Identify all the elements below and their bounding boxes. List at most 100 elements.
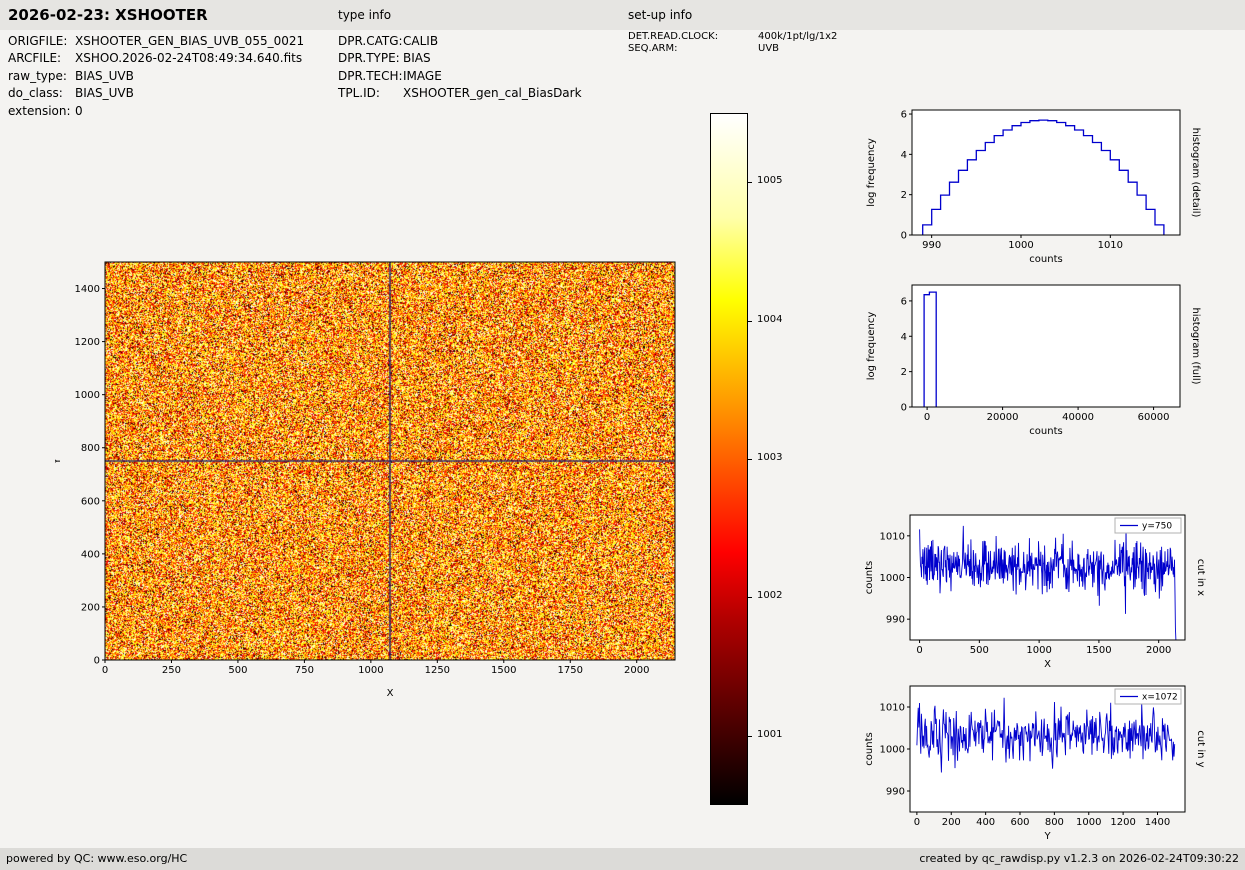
x-tick-label: 400 — [976, 817, 995, 828]
y-axis-label: counts — [864, 732, 875, 765]
plot-bg — [912, 285, 1180, 407]
meta-row: DET.READ.CLOCK:400k/1pt/lg/1x2 — [628, 31, 837, 43]
plot-frame — [105, 262, 675, 660]
meta-value: BIAS_UVB — [75, 86, 134, 100]
meta-value: 400k/1pt/lg/1x2 — [758, 31, 837, 42]
meta-row: DPR.TECH:IMAGE — [338, 68, 582, 85]
plot-bg — [910, 686, 1185, 812]
x-axis-label: X — [1044, 659, 1051, 670]
meta-row: TPL.ID:XSHOOTER_gen_cal_BiasDark — [338, 85, 582, 102]
x-axis-label: counts — [1029, 426, 1062, 437]
x-tick-label: 1000 — [1008, 240, 1033, 251]
x-tick-label: 40000 — [1062, 412, 1094, 423]
meta-row: raw_type:BIAS_UVB — [8, 68, 304, 85]
meta-value: BIAS — [403, 51, 431, 65]
meta-row: DPR.CATG:CALIB — [338, 33, 582, 50]
y-tick-label: 6 — [901, 110, 907, 121]
x-tick-label: 250 — [162, 665, 181, 676]
colorbar-tick-label: 1001 — [757, 729, 782, 740]
meta-row: ARCFILE:XSHOO.2026-02-24T08:49:34.640.fi… — [8, 50, 304, 67]
y-tick-label: 1010 — [880, 703, 905, 714]
y-tick-label: 0 — [901, 403, 907, 414]
y-tick-label: 2 — [901, 190, 907, 201]
y-tick-label: 400 — [81, 549, 100, 560]
x-tick-label: 60000 — [1138, 412, 1170, 423]
right-axis-label: histogram (full) — [1190, 307, 1201, 384]
meta-label: DPR.CATG: — [338, 33, 403, 50]
x-tick-label: 500 — [228, 665, 247, 676]
meta-value: XSHOO.2026-02-24T08:49:34.640.fits — [75, 51, 302, 65]
x-tick-label: 0 — [916, 645, 922, 656]
colorbar — [710, 113, 748, 805]
y-tick-label: 0 — [901, 231, 907, 242]
y-axis-label: log frequency — [866, 138, 877, 207]
bias-image-plot: 0250500750100012501500175020000200400600… — [55, 252, 755, 717]
x-axis-label: Y — [1043, 831, 1051, 842]
meta-label: SEQ.ARM: — [628, 43, 758, 55]
y-axis-label: counts — [864, 561, 875, 594]
x-tick-label: 1200 — [1110, 817, 1135, 828]
y-tick-label: 0 — [94, 656, 100, 667]
x-axis-label: counts — [1029, 254, 1062, 265]
meta-row: ORIGFILE:XSHOOTER_GEN_BIAS_UVB_055_0021 — [8, 33, 304, 50]
x-tick-label: 0 — [914, 817, 920, 828]
meta-row: extension:0 — [8, 103, 304, 120]
x-tick-label: 1750 — [558, 665, 583, 676]
x-tick-label: 1000 — [1026, 645, 1051, 656]
y-tick-label: 200 — [81, 602, 100, 613]
y-tick-label: 990 — [886, 787, 905, 798]
meta-label: DET.READ.CLOCK: — [628, 31, 758, 43]
type-info-section-label: type info — [338, 0, 391, 30]
colorbar-tick-label: 1002 — [757, 590, 782, 601]
x-tick-label: 1000 — [358, 665, 383, 676]
x-tick-label: 1400 — [1145, 817, 1170, 828]
x-tick-label: 600 — [1010, 817, 1029, 828]
x-tick-label: 2000 — [1146, 645, 1171, 656]
y-tick-label: 1000 — [880, 745, 905, 756]
x-tick-label: 1250 — [425, 665, 450, 676]
y-tick-label: 1000 — [880, 573, 905, 584]
x-tick-label: 0 — [924, 412, 930, 423]
histogram-detail-plot: 990100010100246countslog frequencyhistog… — [850, 96, 1220, 278]
meta-value: XSHOOTER_GEN_BIAS_UVB_055_0021 — [75, 34, 304, 48]
colorbar-tick-label: 1005 — [757, 175, 782, 186]
meta-value: UVB — [758, 43, 779, 54]
right-axis-label: cut in x — [1195, 559, 1206, 596]
x-tick-label: 1500 — [1086, 645, 1111, 656]
footer-powered-by: powered by QC: www.eso.org/HC — [6, 848, 187, 870]
page-title: 2026-02-23: XSHOOTER — [8, 0, 208, 30]
right-axis-label: histogram (detail) — [1190, 128, 1201, 218]
meta-label: ARCFILE: — [8, 50, 75, 67]
y-tick-label: 1010 — [880, 531, 905, 542]
meta-label: DPR.TECH: — [338, 68, 403, 85]
meta-row: do_class:BIAS_UVB — [8, 85, 304, 102]
meta-label: DPR.TYPE: — [338, 50, 403, 67]
cut-in-x-plot: 050010001500200099010001010Xcountscut in… — [850, 500, 1220, 685]
x-tick-label: 1000 — [1076, 817, 1101, 828]
meta-label: TPL.ID: — [338, 85, 403, 102]
y-tick-label: 4 — [901, 332, 907, 343]
meta-value: 0 — [75, 104, 83, 118]
setup-info-metadata: DET.READ.CLOCK:400k/1pt/lg/1x2 SEQ.ARM:U… — [628, 31, 837, 55]
y-tick-label: 4 — [901, 150, 907, 161]
meta-label: do_class: — [8, 85, 75, 102]
x-tick-label: 20000 — [987, 412, 1019, 423]
x-tick-label: 0 — [102, 665, 108, 676]
colorbar-tick-mark — [748, 182, 752, 183]
x-tick-label: 990 — [922, 240, 941, 251]
y-tick-label: 1000 — [75, 390, 100, 401]
y-tick-label: 1200 — [75, 337, 100, 348]
x-tick-label: 800 — [1045, 817, 1064, 828]
meta-label: ORIGFILE: — [8, 33, 75, 50]
type-info-metadata: DPR.CATG:CALIB DPR.TYPE:BIAS DPR.TECH:IM… — [338, 33, 582, 103]
y-tick-label: 600 — [81, 496, 100, 507]
legend-label: x=1072 — [1142, 693, 1178, 703]
colorbar-tick-mark — [748, 459, 752, 460]
y-axis-label: log frequency — [866, 312, 877, 381]
x-tick-label: 750 — [295, 665, 314, 676]
y-tick-label: 800 — [81, 443, 100, 454]
meta-label: extension: — [8, 103, 75, 120]
meta-value: XSHOOTER_gen_cal_BiasDark — [403, 86, 582, 100]
y-axis-label: Y — [55, 457, 63, 465]
meta-value: BIAS_UVB — [75, 69, 134, 83]
